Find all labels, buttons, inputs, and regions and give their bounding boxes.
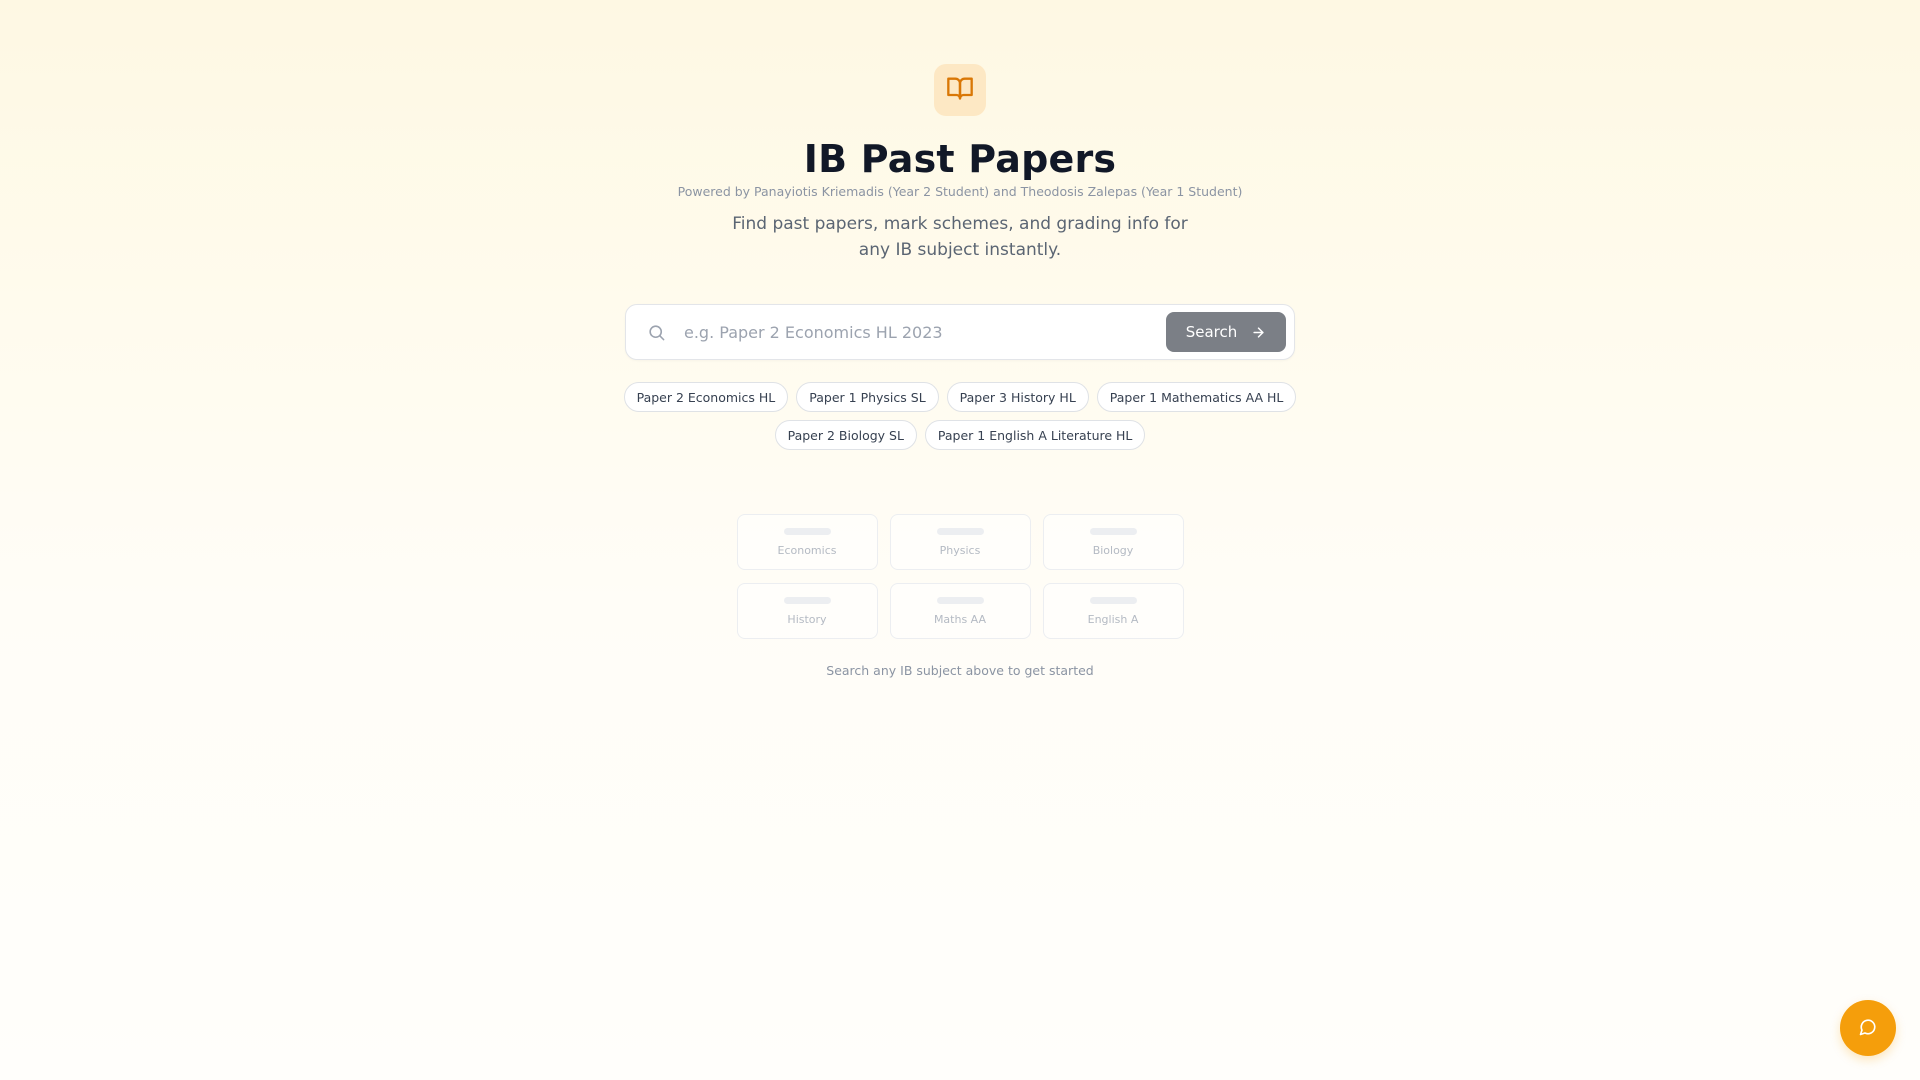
search-input[interactable] <box>682 311 1166 353</box>
open-book-icon <box>946 74 974 106</box>
search-container: Search <box>0 304 1920 360</box>
skeleton-bar <box>936 528 984 535</box>
subject-card-history: History <box>736 583 878 639</box>
subject-label: Physics <box>939 544 981 557</box>
subject-grid: Economics Physics Biology History Maths … <box>736 514 1184 639</box>
powered-by-container: Powered by Panayiotis Kriemadis (Year 2 … <box>0 183 1920 201</box>
hint-container: Search any IB subject above to get start… <box>0 663 1920 678</box>
subject-grid-container: Economics Physics Biology History Maths … <box>0 514 1920 639</box>
title-container: IB Past Papers <box>0 134 1920 184</box>
arrow-right-icon <box>1251 325 1266 340</box>
suggestion-chip-english[interactable]: Paper 1 English A Literature HL <box>924 420 1146 450</box>
chat-bubble-icon <box>1859 1018 1877 1039</box>
subject-card-biology: Biology <box>1042 514 1184 570</box>
empty-state-hint: Search any IB subject above to get start… <box>826 663 1094 678</box>
search-button-label: Search <box>1185 323 1238 341</box>
suggestion-chip-physics[interactable]: Paper 1 Physics SL <box>796 382 939 412</box>
tagline: Find past papers, mark schemes, and grad… <box>732 214 1188 260</box>
suggestion-row-1: Paper 2 Economics HL Paper 1 Physics SL … <box>0 382 1920 412</box>
subject-label: Biology <box>1092 544 1134 557</box>
powered-by-text: Powered by Panayiotis Kriemadis (Year 2 … <box>677 184 1243 199</box>
subject-card-physics: Physics <box>889 514 1031 570</box>
subject-label: Maths AA <box>933 613 987 626</box>
subject-card-english-a: English A <box>1042 583 1184 639</box>
chat-button[interactable] <box>1840 1000 1896 1056</box>
search-bar: Search <box>625 304 1295 360</box>
subject-card-economics: Economics <box>736 514 878 570</box>
subject-label: English A <box>1087 613 1139 626</box>
skeleton-bar <box>1089 597 1137 604</box>
skeleton-bar <box>783 528 831 535</box>
suggestion-row-2: Paper 2 Biology SL Paper 1 English A Lit… <box>0 420 1920 450</box>
skeleton-bar <box>936 597 984 604</box>
search-button[interactable]: Search <box>1166 312 1286 352</box>
skeleton-bar <box>783 597 831 604</box>
logo-tile <box>934 64 986 116</box>
suggestion-chip-biology[interactable]: Paper 2 Biology SL <box>774 420 917 450</box>
suggestion-chip-history[interactable]: Paper 3 History HL <box>946 382 1089 412</box>
suggestion-chip-economics[interactable]: Paper 2 Economics HL <box>623 382 789 412</box>
subject-label: Economics <box>777 544 837 557</box>
suggestion-chip-mathematics[interactable]: Paper 1 Mathematics AA HL <box>1096 382 1297 412</box>
logo-container <box>0 64 1920 116</box>
skeleton-bar <box>1089 528 1137 535</box>
search-icon <box>646 322 666 342</box>
tagline-container: Find past papers, mark schemes, and grad… <box>0 211 1920 263</box>
subject-label: History <box>787 613 827 626</box>
subject-card-maths-aa: Maths AA <box>889 583 1031 639</box>
page-title: IB Past Papers <box>803 137 1117 181</box>
